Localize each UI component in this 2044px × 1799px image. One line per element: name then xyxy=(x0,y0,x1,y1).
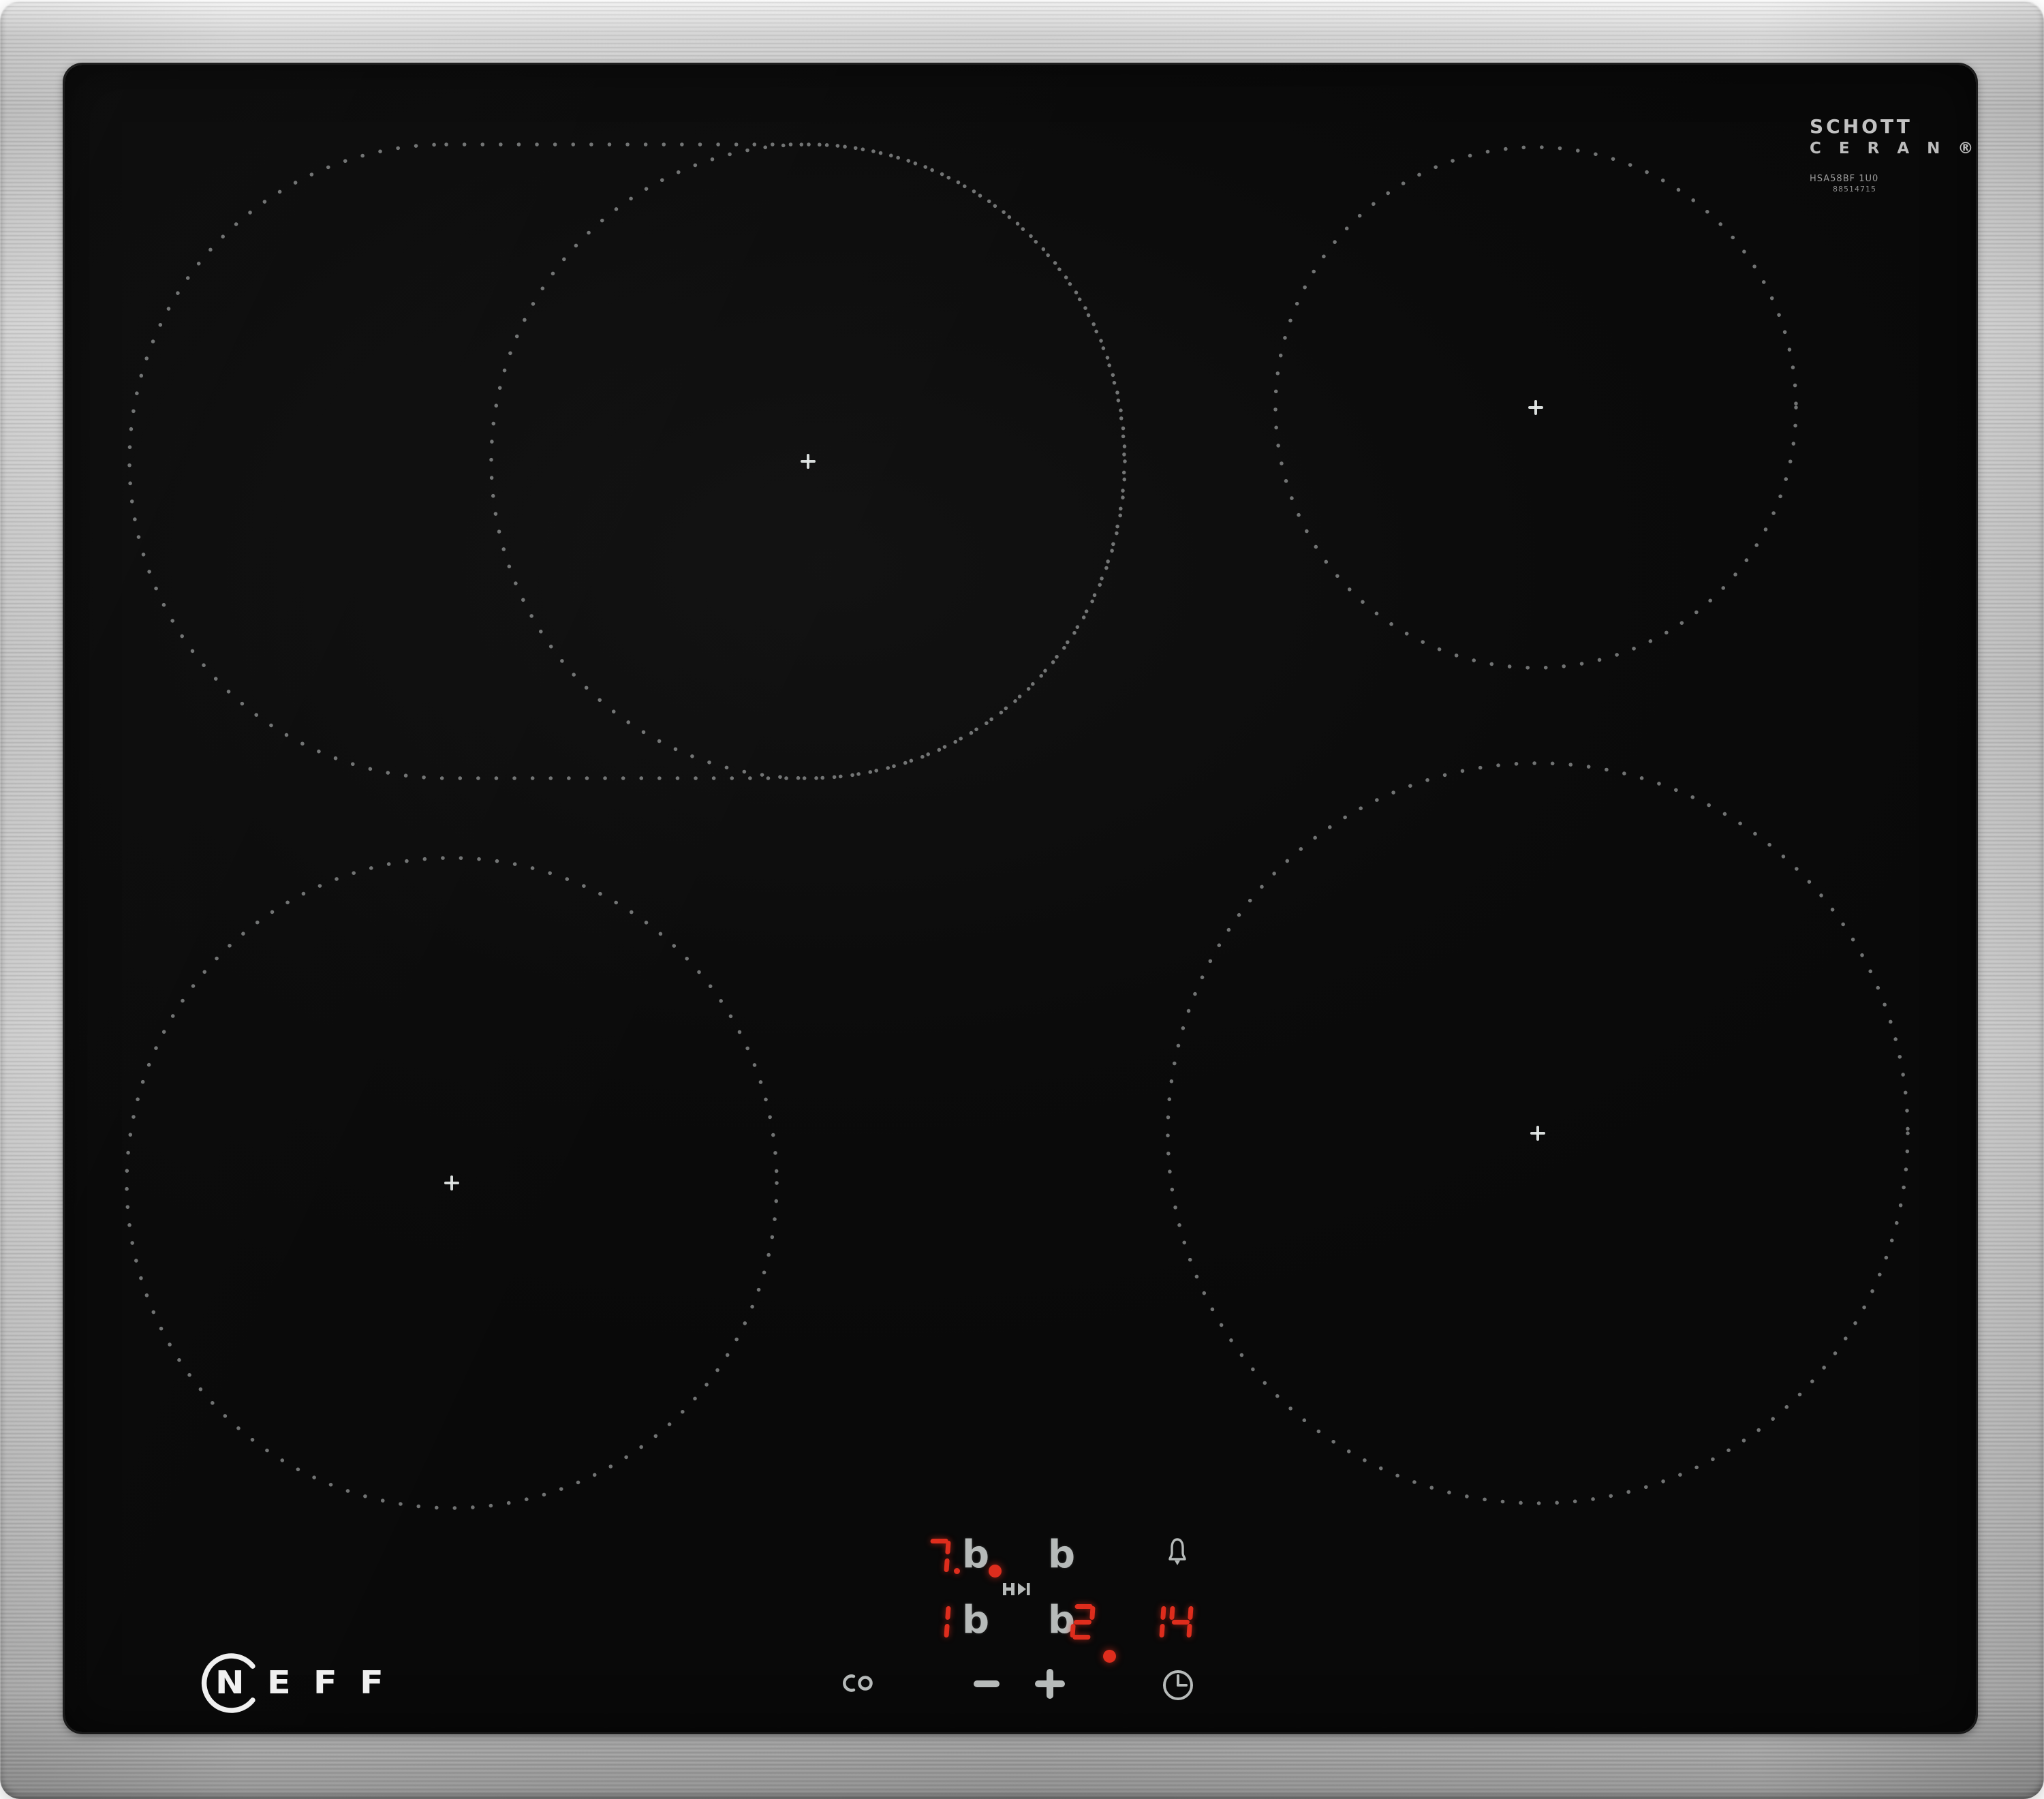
ceran-line: C E R A N ® xyxy=(1810,140,1980,157)
display-timer-minutes xyxy=(1142,1604,1194,1640)
glass-model-code: HSA58BF 1U0 xyxy=(1810,174,1879,184)
plus-button[interactable] xyxy=(1035,1669,1065,1699)
minus-button[interactable] xyxy=(974,1680,1000,1687)
ceramic-glass-surface xyxy=(65,65,1976,1732)
zone-marker-rear-left: b xyxy=(962,1533,990,1577)
neff-logo-text: NEFF xyxy=(215,1664,406,1701)
glass-serial-code: 88514715 xyxy=(1833,185,1876,194)
cooktop-product-photo: SCHOTT C E R A N ® HSA58BF 1U0 88514715 … xyxy=(0,0,2044,1799)
timer-zone-indicator-led xyxy=(1103,1650,1116,1663)
neff-logo: NEFF xyxy=(201,1653,406,1713)
display-front-left-level xyxy=(927,1604,951,1640)
zone-marker-rear-right: b xyxy=(1048,1533,1076,1577)
zone-marker-front-left: b xyxy=(962,1598,990,1642)
alarm-bell-icon xyxy=(1168,1538,1186,1565)
schott-line: SCHOTT xyxy=(1810,115,1913,138)
key-lock-indicator-icon xyxy=(1003,1583,1030,1595)
schott-ceran-print: SCHOTT C E R A N ® HSA58BF 1U0 88514715 xyxy=(1810,115,1980,194)
timer-clock-button[interactable] xyxy=(1160,1667,1196,1703)
display-rear-left-level xyxy=(927,1539,961,1574)
childlock-key-button[interactable] xyxy=(842,1671,879,1695)
lock-indicator-led xyxy=(989,1565,1002,1578)
display-front-right-level xyxy=(1070,1604,1096,1640)
